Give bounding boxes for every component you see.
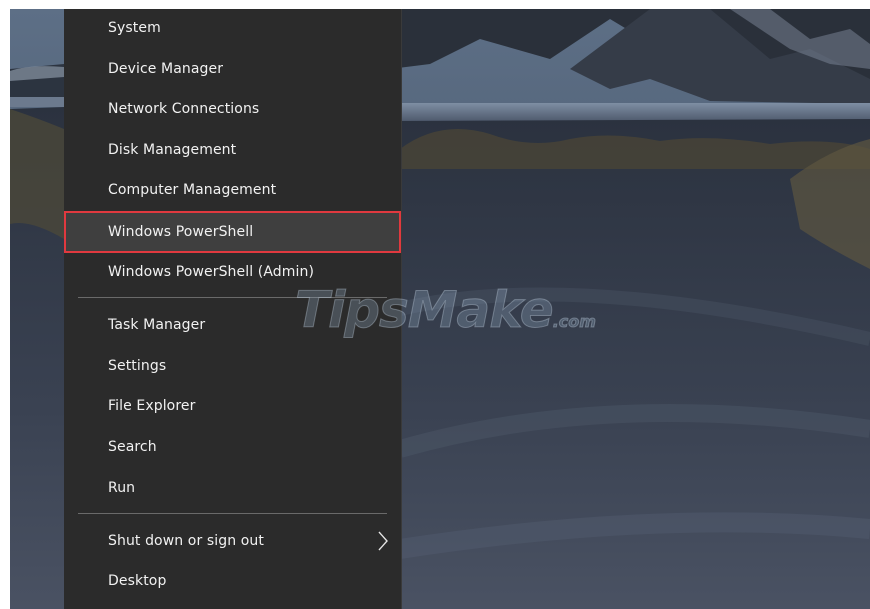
menu-item-label: Shut down or sign out (108, 533, 264, 549)
menu-item-system[interactable]: System (64, 9, 401, 47)
menu-item-file-explorer[interactable]: File Explorer (64, 387, 401, 425)
menu-item-computer-management[interactable]: Computer Management (64, 171, 401, 209)
menu-item-search[interactable]: Search (64, 428, 401, 466)
menu-item-windows-powershell-admin[interactable]: Windows PowerShell (Admin) (64, 253, 401, 291)
menu-item-label: Windows PowerShell (108, 224, 254, 240)
menu-item-label: Windows PowerShell (Admin) (108, 264, 315, 280)
chevron-right-icon (378, 531, 388, 551)
menu-item-label: Desktop (108, 573, 167, 589)
menu-item-label: Device Manager (108, 61, 224, 77)
menu-item-label: Run (108, 480, 136, 496)
menu-item-label: Disk Management (108, 142, 237, 158)
menu-item-windows-powershell[interactable]: Windows PowerShell (64, 211, 401, 253)
menu-item-label: File Explorer (108, 398, 196, 414)
menu-item-label: Settings (108, 358, 167, 374)
menu-item-shut-down-or-sign-out[interactable]: Shut down or sign out (64, 522, 401, 560)
menu-item-label: Network Connections (108, 101, 260, 117)
menu-item-run[interactable]: Run (64, 469, 401, 507)
menu-item-desktop[interactable]: Desktop (64, 562, 401, 600)
quick-link-menu: System Device Manager Network Connection… (64, 9, 402, 609)
menu-item-task-manager[interactable]: Task Manager (64, 306, 401, 344)
menu-item-network-connections[interactable]: Network Connections (64, 90, 401, 128)
menu-item-device-manager[interactable]: Device Manager (64, 50, 401, 88)
menu-separator (78, 297, 387, 298)
menu-item-settings[interactable]: Settings (64, 347, 401, 385)
menu-item-label: System (108, 20, 161, 36)
menu-item-label: Search (108, 439, 157, 455)
desktop-frame: System Device Manager Network Connection… (10, 9, 870, 609)
menu-separator (78, 513, 387, 514)
menu-item-disk-management[interactable]: Disk Management (64, 131, 401, 169)
menu-item-label: Task Manager (108, 317, 206, 333)
menu-item-label: Computer Management (108, 182, 277, 198)
